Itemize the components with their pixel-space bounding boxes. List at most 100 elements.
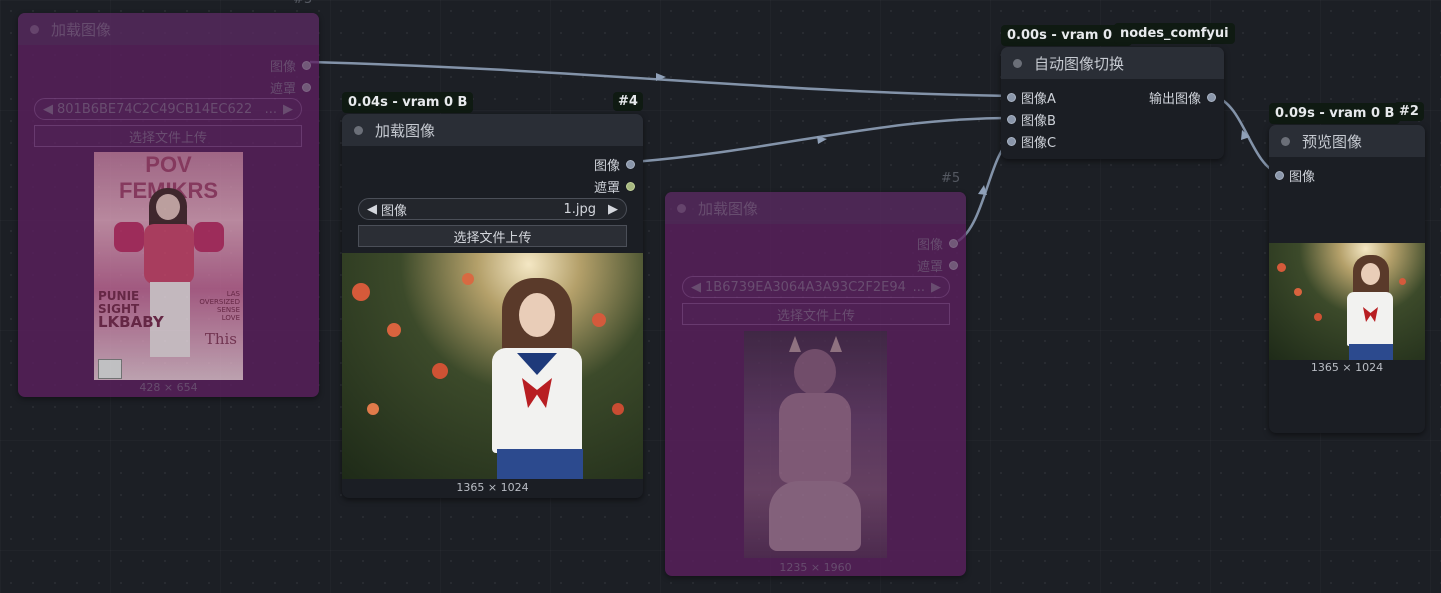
node-5-file-combo[interactable]: ◀ 1B6739EA3064A3A93C2F2E94 ... ▶ bbox=[682, 276, 950, 298]
node-5-file-ellipsis: ... bbox=[912, 279, 925, 295]
arrow-right-icon[interactable]: ▶ bbox=[283, 102, 293, 117]
switch-input-a[interactable]: 图像A bbox=[1007, 88, 1056, 107]
mag-side-line: LOVE bbox=[221, 314, 240, 322]
node-5-output-mask[interactable]: 遮罩 bbox=[917, 256, 958, 275]
auto-image-switch-node[interactable]: 自动图像切换 图像A 图像B 图像C 输出图像 bbox=[1001, 47, 1224, 159]
girl-face bbox=[1361, 263, 1380, 285]
arrow-left-icon[interactable]: ◀ bbox=[43, 102, 53, 117]
input-socket-icon[interactable] bbox=[1007, 93, 1016, 102]
rose bbox=[1277, 263, 1286, 272]
node-4-file-value: 1.jpg bbox=[563, 201, 596, 217]
node-2-input-image[interactable]: 图像 bbox=[1275, 166, 1315, 185]
switch-title-bar[interactable]: 自动图像切换 bbox=[1001, 47, 1224, 79]
output-label: 遮罩 bbox=[916, 260, 943, 275]
node-4-exec-badge: 0.04s - vram 0 B bbox=[342, 92, 474, 113]
arrow-left-icon[interactable]: ◀ bbox=[691, 280, 701, 295]
input-label: 图像 bbox=[1289, 170, 1316, 185]
node-3-upload-button[interactable]: 选择文件上传 bbox=[34, 125, 302, 147]
input-label: 图像C bbox=[1021, 136, 1057, 151]
output-socket-icon[interactable] bbox=[302, 83, 311, 92]
node-4-file-combo[interactable]: ◀ 图像 1.jpg ▶ bbox=[358, 198, 627, 220]
output-label: 图像 bbox=[269, 60, 296, 75]
output-label: 输出图像 bbox=[1148, 92, 1201, 107]
output-socket-icon[interactable] bbox=[626, 182, 635, 191]
node-2-title-bar[interactable]: 预览图像 bbox=[1269, 125, 1425, 157]
mag-side-line: SENSE bbox=[217, 306, 240, 314]
input-socket-icon[interactable] bbox=[1007, 137, 1016, 146]
node-3-id: #3 bbox=[293, 0, 312, 7]
node-5-id: #5 bbox=[941, 171, 961, 186]
node-3-file-ellipsis: ... bbox=[264, 101, 277, 117]
node-2-title: 预览图像 bbox=[1302, 132, 1363, 151]
input-socket-icon[interactable] bbox=[1007, 115, 1016, 124]
node-4-output-mask[interactable]: 遮罩 bbox=[594, 177, 635, 196]
rose bbox=[462, 273, 474, 285]
load-image-node-5[interactable]: 加载图像 图像 遮罩 ◀ 1B6739EA3064A3A93C2F2E94 ..… bbox=[665, 192, 966, 576]
switch-output-image[interactable]: 输出图像 bbox=[1149, 88, 1216, 107]
mag-this: This bbox=[204, 330, 237, 348]
output-socket-icon[interactable] bbox=[949, 261, 958, 270]
collapse-dot-icon[interactable] bbox=[1013, 58, 1022, 68]
girl-blouse bbox=[1347, 292, 1393, 346]
barcode-icon bbox=[98, 359, 122, 379]
node-3-image-size: 428 × 654 bbox=[139, 381, 198, 394]
link-3-to-switchA bbox=[309, 60, 1013, 98]
link-arrow-2 bbox=[817, 136, 827, 144]
girl-face bbox=[519, 293, 555, 337]
collapse-dot-icon[interactable] bbox=[354, 125, 363, 135]
node-3-title: 加载图像 bbox=[51, 20, 112, 39]
node-5-upload-button[interactable]: 选择文件上传 bbox=[682, 303, 950, 325]
node-3-file-combo[interactable]: ◀ 801B6BE74C2C49CB14EC622 ... ▶ bbox=[34, 98, 302, 120]
output-socket-icon[interactable] bbox=[949, 239, 958, 248]
rose bbox=[1314, 313, 1322, 321]
load-image-node-3[interactable]: 加载图像 图像 遮罩 ◀ 801B6BE74C2C49CB14EC622 ...… bbox=[18, 13, 319, 397]
arrow-left-icon[interactable]: ◀ bbox=[367, 202, 377, 217]
pillow-left bbox=[114, 222, 144, 252]
switch-input-c[interactable]: 图像C bbox=[1007, 132, 1056, 151]
node-3-output-mask[interactable]: 遮罩 bbox=[270, 78, 311, 97]
rose bbox=[352, 283, 370, 301]
node-4-title-bar[interactable]: 加载图像 bbox=[342, 114, 643, 146]
mag-side-lines: LAS OVERSIZED SENSE LOVE bbox=[199, 290, 240, 322]
arrow-right-icon[interactable]: ▶ bbox=[931, 280, 941, 295]
node-3-output-image[interactable]: 图像 bbox=[270, 56, 311, 75]
link-4-to-switchB bbox=[632, 116, 1013, 164]
mag-line: LKBABY bbox=[98, 313, 164, 331]
output-label: 遮罩 bbox=[269, 82, 296, 97]
link-arrow-4 bbox=[1241, 130, 1250, 140]
input-label: 图像A bbox=[1021, 92, 1056, 107]
node-5-image-size: 1235 × 1960 bbox=[779, 561, 852, 574]
mag-cover-lines: PUNIE SIGHT LKBABY bbox=[98, 290, 164, 331]
node-4-image-size: 1365 × 1024 bbox=[456, 481, 529, 494]
switch-input-b[interactable]: 图像B bbox=[1007, 110, 1056, 129]
node-4-upload-button[interactable]: 选择文件上传 bbox=[358, 225, 627, 247]
output-socket-icon[interactable] bbox=[1207, 93, 1216, 102]
node-2-exec-badge: 0.09s - vram 0 B bbox=[1269, 103, 1401, 124]
preview-image-node-2[interactable]: 预览图像 图像 1365 × 1024 bbox=[1269, 125, 1425, 433]
node-2-id: #2 bbox=[1394, 102, 1424, 121]
rose bbox=[1399, 278, 1406, 285]
load-image-node-4[interactable]: 加载图像 图像 遮罩 ◀ 图像 1.jpg ▶ 选择文件上传 1365 × 10… bbox=[342, 114, 643, 498]
collapse-dot-icon[interactable] bbox=[1281, 136, 1290, 146]
rose bbox=[367, 403, 379, 415]
node-2-image-size: 1365 × 1024 bbox=[1310, 361, 1384, 374]
node-5-output-image[interactable]: 图像 bbox=[917, 234, 958, 253]
input-socket-icon[interactable] bbox=[1275, 171, 1284, 180]
output-socket-icon[interactable] bbox=[626, 160, 635, 169]
cat-ear-left bbox=[789, 336, 801, 352]
node-3-file-value: 801B6BE74C2C49CB14EC622 bbox=[57, 101, 253, 117]
node-5-file-value: 1B6739EA3064A3A93C2F2E94 bbox=[705, 279, 906, 295]
output-socket-icon[interactable] bbox=[302, 61, 311, 70]
figure-dress bbox=[769, 481, 861, 551]
collapse-dot-icon[interactable] bbox=[30, 24, 39, 34]
node-4-output-image[interactable]: 图像 bbox=[594, 155, 635, 174]
collapse-dot-icon[interactable] bbox=[677, 203, 686, 213]
node-3-title-bar[interactable]: 加载图像 bbox=[18, 13, 319, 45]
arrow-right-icon[interactable]: ▶ bbox=[608, 202, 618, 217]
output-label: 遮罩 bbox=[593, 181, 620, 196]
figure-body bbox=[144, 224, 194, 284]
rose bbox=[592, 313, 606, 327]
switch-source-badge: nodes_comfyui bbox=[1114, 23, 1235, 44]
node-5-title-bar[interactable]: 加载图像 bbox=[665, 192, 966, 224]
link-arrow-3 bbox=[978, 185, 987, 195]
